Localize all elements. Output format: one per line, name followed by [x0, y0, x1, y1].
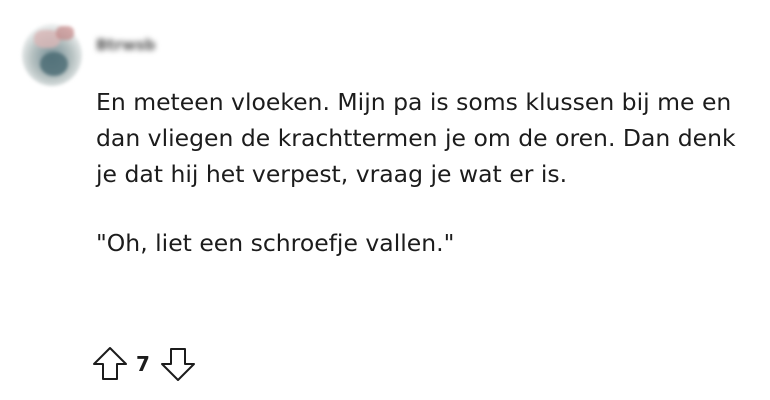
downvote-button[interactable]: [158, 344, 198, 384]
comment-paragraph: En meteen vloeken. Mijn pa is soms kluss…: [96, 88, 736, 188]
arrow-down-outline-icon: [161, 348, 195, 381]
avatar[interactable]: [22, 24, 82, 86]
comment-paragraph: "Oh, liet een schroefje vallen.": [96, 229, 455, 257]
avatar-detail: [40, 52, 68, 76]
avatar-detail: [56, 26, 74, 40]
comment-author[interactable]: Btrwsb: [96, 36, 156, 54]
upvote-button[interactable]: [90, 344, 130, 384]
comment: Btrwsb En meteen vloeken. Mijn pa is som…: [0, 0, 770, 400]
arrow-up-outline-icon: [93, 347, 127, 380]
vote-score: 7: [136, 352, 150, 376]
comment-body: En meteen vloeken. Mijn pa is soms kluss…: [96, 84, 756, 261]
vote-bar: 7: [90, 344, 198, 384]
